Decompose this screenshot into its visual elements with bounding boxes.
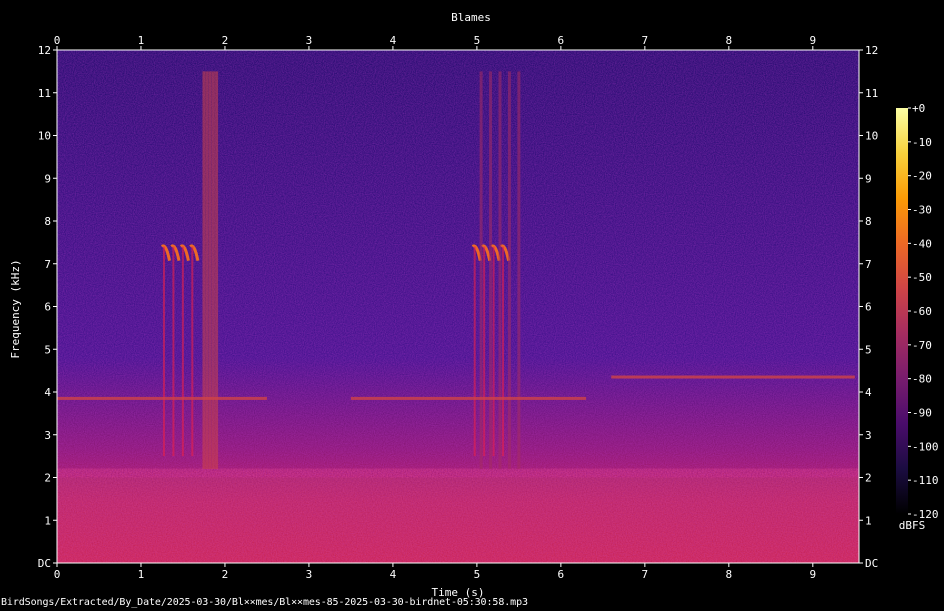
x-tick-label-bottom: 6 [558,568,565,581]
x-tick-label-bottom: 0 [54,568,61,581]
y-tick-label-left: 7 [44,258,51,271]
y-tick-label-left: 2 [44,472,51,485]
feature-click-2-4 [215,71,219,469]
x-tick-label-top: 3 [306,34,313,47]
feature-click-3-2 [498,71,502,469]
x-tick-label-top: 5 [474,34,481,47]
colorbar-tick-label: -50 [912,271,932,284]
y-tick-label-right: 11 [865,87,878,100]
x-tick-label-bottom: 2 [222,568,229,581]
colorbar-tick-label: -40 [912,237,932,250]
chart-title: Blames [451,11,491,24]
colorbar-tick-label: -30 [912,204,932,217]
feature-click-2-2 [208,71,212,469]
colorbar-tick-label: -60 [912,305,932,318]
colorbar-tick-label: -10 [912,136,932,149]
y-tick-label-left: 3 [44,429,51,442]
y-tick-label-left: 12 [38,44,51,57]
x-tick-label-top: 6 [558,34,565,47]
feature-tone-6 [611,375,855,379]
x-tick-label-top: 2 [222,34,229,47]
feature-band-7 [57,477,859,563]
x-tick-label-top: 0 [54,34,61,47]
x-tick-label-top: 1 [138,34,145,47]
x-tick-label-top: 8 [726,34,733,47]
x-tick-label-bottom: 3 [306,568,313,581]
y-tick-label-right: 10 [865,130,878,143]
x-tick-label-bottom: 7 [642,568,649,581]
y-tick-label-left: 8 [44,215,51,228]
y-axis-label: Frequency (kHz) [9,259,22,358]
feature-click-2-3 [211,71,215,469]
feature-click-2-1 [205,71,209,469]
y-tick-label-left: 5 [44,343,51,356]
spectrogram-chart: 00112233445566778899DC DC1 12 23 34 45 56 67 78 8… [9,11,939,599]
y-tick-label-right: 5 [865,343,872,356]
x-tick-label-bottom: 5 [474,568,481,581]
feature-click-2-0 [202,71,206,469]
colorbar-label: dBFS [899,519,926,532]
colorbar-tick-label: -20 [912,170,932,183]
y-tick-label-right: 1 [865,514,872,527]
feature-click-3-1 [489,71,493,469]
y-tick-label-left: 1 [44,514,51,527]
y-tick-label-right: 3 [865,429,872,442]
y-tick-label-left: 11 [38,87,51,100]
x-tick-label-bottom: 8 [726,568,733,581]
x-tick-label-bottom: 4 [390,568,397,581]
y-tick-label-left: 4 [44,386,51,399]
colorbar-tick-label: -70 [912,339,932,352]
y-tick-label-right: 9 [865,172,872,185]
colorbar-tick-label: +0 [912,102,925,115]
feature-tone-5 [350,396,587,400]
y-tick-label-right: DC [865,557,878,570]
x-tick-label-bottom: 1 [138,568,145,581]
feature-click-3-4 [517,71,521,469]
feature-click-3-0 [479,71,483,469]
y-tick-label-left: 10 [38,130,51,143]
x-tick-label-bottom: 9 [809,568,816,581]
y-tick-label-left: 9 [44,172,51,185]
plot-area [57,50,859,563]
colorbar-tick-label: -110 [912,474,939,487]
feature-click-3-3 [507,71,511,469]
y-tick-label-left: DC [38,557,51,570]
y-tick-label-right: 2 [865,472,872,485]
y-tick-label-right: 12 [865,44,878,57]
y-tick-label-right: 4 [865,386,872,399]
y-tick-label-right: 7 [865,258,872,271]
colorbar-tick-label: -80 [912,373,932,386]
x-tick-label-top: 9 [809,34,816,47]
x-tick-label-top: 4 [390,34,397,47]
colorbar: +0-10-20-30-40-50-60-70-80-90-100-110-12… [896,102,939,521]
colorbar-tick-label: -90 [912,407,932,420]
y-tick-label-right: 6 [865,301,872,314]
colorbar-scale [896,108,908,514]
file-path-caption: BirdSongs/Extracted/By_Date/2025-03-30/B… [1,597,528,608]
colorbar-tick-label: -100 [912,440,939,453]
y-tick-label-left: 6 [44,301,51,314]
feature-tone-4 [57,396,267,400]
y-tick-label-right: 8 [865,215,872,228]
x-tick-label-top: 7 [642,34,649,47]
